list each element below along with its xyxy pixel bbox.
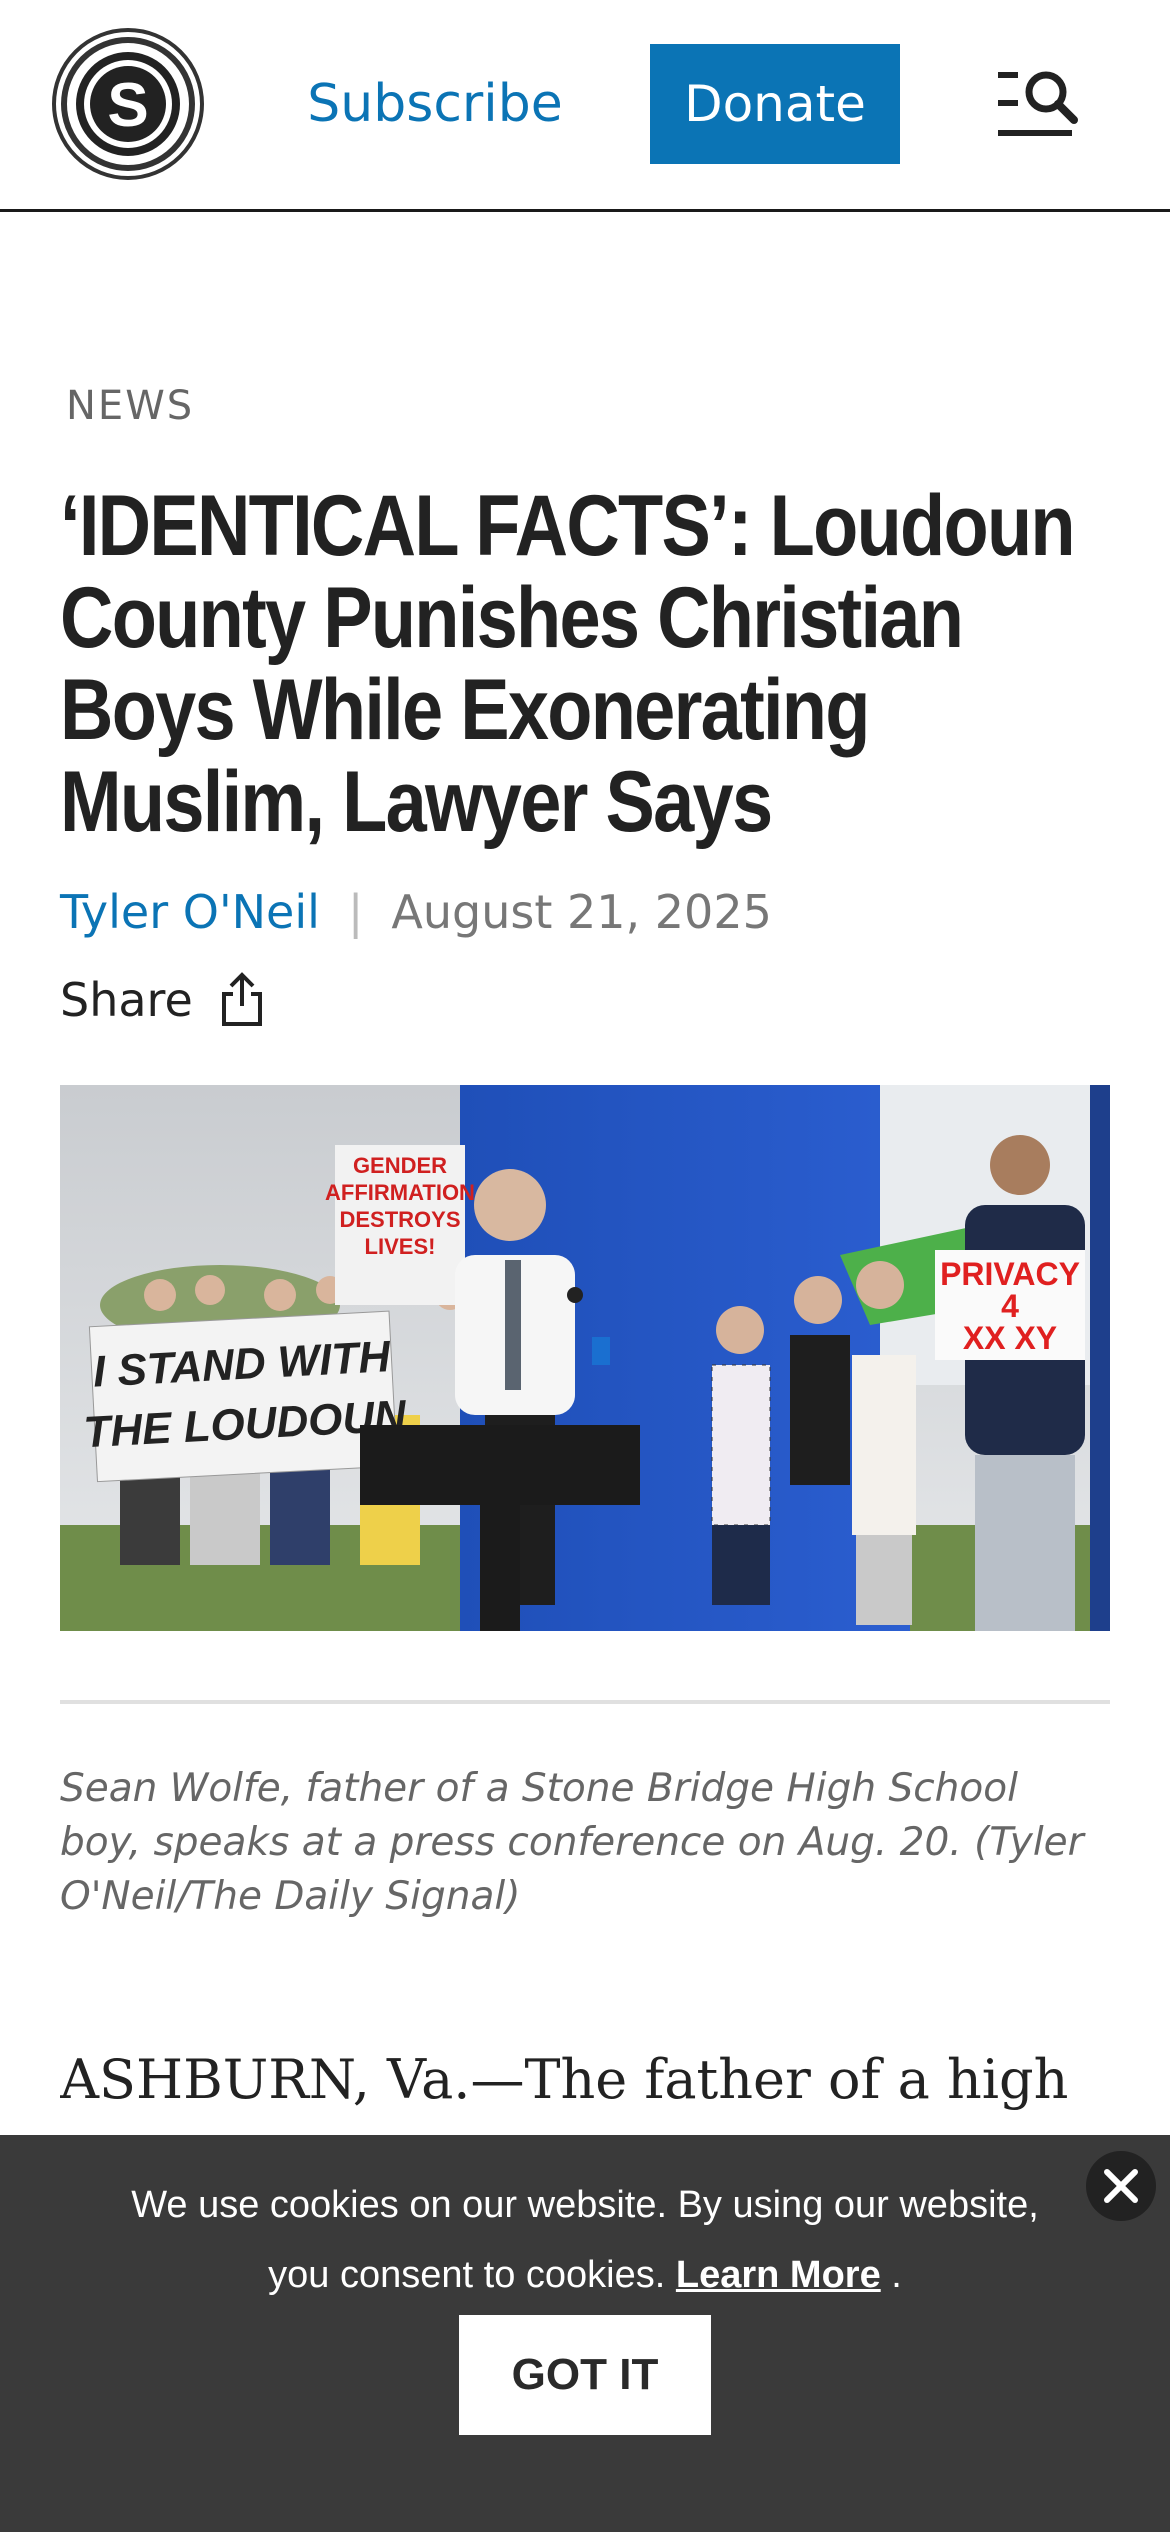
- byline: Tyler O'Neil | August 21, 2025: [60, 885, 772, 939]
- svg-text:DESTROYS: DESTROYS: [339, 1207, 460, 1232]
- svg-text:S: S: [107, 71, 148, 140]
- share-button[interactable]: Share: [60, 972, 265, 1028]
- share-icon: [221, 972, 262, 1026]
- article-category[interactable]: NEWS: [66, 383, 194, 429]
- article-photo[interactable]: I STAND WITH THE LOUDOUN GENDER AFFIRMAT…: [60, 1085, 1110, 1631]
- donate-button[interactable]: Donate: [650, 44, 900, 164]
- photo-caption: Sean Wolfe, father of a Stone Bridge Hig…: [60, 1766, 1084, 1919]
- svg-text:LIVES!: LIVES!: [365, 1234, 436, 1259]
- svg-text:AFFIRMATION: AFFIRMATION: [325, 1180, 475, 1205]
- subscribe-link[interactable]: Subscribe: [300, 62, 570, 146]
- learn-more-link[interactable]: Learn More: [676, 2254, 881, 2296]
- caption-divider: [60, 1700, 1110, 1704]
- got-it-button[interactable]: GOT IT: [459, 2315, 711, 2435]
- cookie-message: We use cookies on our website. By using …: [131, 2184, 1039, 2296]
- cookie-text: We use cookies on our website. By using …: [100, 2170, 1070, 2310]
- publish-date: August 21, 2025: [391, 885, 772, 939]
- menu-search-icon[interactable]: [996, 64, 1082, 144]
- article-lede: ASHBURN, Va.—The father of a high: [60, 2048, 1069, 2111]
- author-link[interactable]: Tyler O'Neil: [60, 885, 320, 939]
- article-headline: ‘IDENTICAL FACTS’: Loudoun County Punish…: [60, 478, 1076, 850]
- svg-text:XX XY: XX XY: [963, 1320, 1057, 1356]
- svg-text:GENDER: GENDER: [353, 1153, 447, 1178]
- share-label: Share: [60, 973, 193, 1027]
- cookie-banner: We use cookies on our website. By using …: [0, 2135, 1170, 2532]
- svg-text:4: 4: [1001, 1288, 1019, 1324]
- byline-separator: |: [347, 885, 364, 939]
- close-icon[interactable]: [1086, 2151, 1156, 2221]
- svg-text:PRIVACY: PRIVACY: [940, 1256, 1080, 1292]
- site-header: S Subscribe Donate: [0, 0, 1170, 212]
- cookie-trailing: .: [891, 2254, 902, 2296]
- site-logo[interactable]: S: [52, 28, 204, 180]
